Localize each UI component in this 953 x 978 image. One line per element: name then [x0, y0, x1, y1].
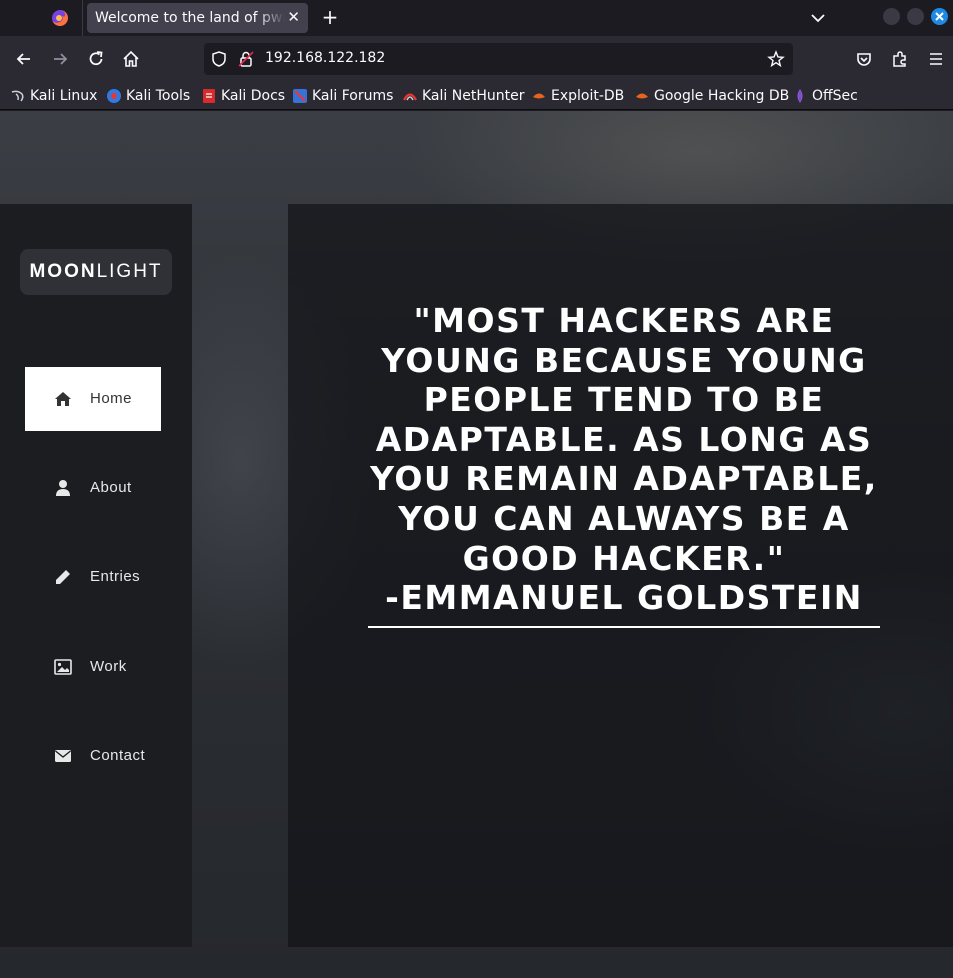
sidebar-item-home[interactable]: Home [25, 367, 161, 431]
ghdb-icon [636, 93, 648, 99]
sidebar-item-contact[interactable]: Contact [25, 724, 161, 788]
envelope-icon [55, 750, 71, 762]
kali-docs-icon [203, 89, 215, 103]
maximize-window-button[interactable] [907, 8, 924, 25]
url-bar[interactable]: 192.168.122.182 [204, 43, 793, 75]
quote-text: "MOST HACKERS ARE YOUNG BECAUSE YOUNG PE… [370, 301, 878, 578]
sidebar-item-work[interactable]: Work [25, 635, 161, 699]
bookmark-exploit-db[interactable]: Exploit-DB [531, 86, 624, 106]
quote-author: -EMMANUEL GOLDSTEIN [385, 578, 863, 618]
user-icon [56, 480, 70, 496]
home-icon [55, 392, 71, 406]
home-icon[interactable] [121, 49, 141, 69]
shield-icon[interactable] [210, 50, 228, 68]
hamburger-menu-icon[interactable] [926, 49, 946, 69]
extensions-puzzle-icon[interactable] [890, 49, 910, 69]
list-all-tabs-chevron-icon[interactable] [808, 8, 828, 28]
bookmark-kali-tools[interactable]: Kali Tools [106, 86, 190, 106]
page-viewport: MOON LIGHT Home About Entries Work Conta… [0, 111, 953, 978]
bookmark-star-icon[interactable] [767, 50, 785, 68]
bookmarks-toolbar: Kali Linux Kali Tools Kali Docs Kali For… [0, 82, 953, 110]
reload-icon[interactable] [86, 49, 106, 69]
offsec-icon [797, 89, 803, 103]
image-icon [54, 659, 72, 675]
tab-title: Welcome to the land of pwnland [95, 10, 285, 26]
minimize-window-button[interactable] [883, 8, 900, 25]
quote-underline [368, 626, 880, 628]
kali-dragon-icon [11, 90, 24, 102]
bookmark-google-hacking-db[interactable]: Google Hacking DB [634, 86, 789, 106]
bookmark-offsec[interactable]: OffSec [792, 86, 858, 106]
new-tab-icon[interactable]: + [319, 6, 341, 28]
navigation-toolbar: 192.168.122.182 [0, 36, 953, 82]
tab-close-icon[interactable]: ✕ [287, 7, 300, 27]
insecure-lock-icon[interactable] [237, 50, 255, 68]
kali-forums-icon [293, 89, 307, 103]
hero-quote: "MOST HACKERS ARE YOUNG BECAUSE YOUNG PE… [368, 301, 880, 618]
url-text[interactable]: 192.168.122.182 [265, 50, 385, 66]
firefox-icon[interactable] [50, 8, 70, 28]
pencil-icon [56, 570, 70, 584]
pocket-icon[interactable] [854, 49, 874, 69]
kali-tools-icon [107, 89, 121, 103]
bookmark-kali-linux[interactable]: Kali Linux [10, 86, 97, 106]
bookmark-kali-nethunter[interactable]: Kali NetHunter [402, 86, 524, 106]
bookmark-kali-docs[interactable]: Kali Docs [201, 86, 285, 106]
main-content: "MOST HACKERS ARE YOUNG BECAUSE YOUNG PE… [288, 204, 953, 947]
sidebar: MOON LIGHT Home About Entries Work Conta… [0, 204, 192, 947]
close-window-button[interactable] [931, 8, 948, 25]
tab-bar: Welcome to the land of pwnland ✕ + [0, 0, 953, 36]
browser-tab-active[interactable]: Welcome to the land of pwnland ✕ [87, 3, 308, 33]
exploit-db-icon [533, 93, 545, 99]
kali-nethunter-icon [403, 93, 417, 101]
sidebar-item-about[interactable]: About [25, 456, 161, 520]
forward-arrow-icon[interactable] [50, 49, 70, 69]
sidebar-item-entries[interactable]: Entries [25, 545, 161, 609]
back-arrow-icon[interactable] [14, 49, 34, 69]
site-logo[interactable]: MOON LIGHT [20, 249, 172, 295]
bookmark-kali-forums[interactable]: Kali Forums [292, 86, 393, 106]
tab-separator [82, 0, 83, 36]
